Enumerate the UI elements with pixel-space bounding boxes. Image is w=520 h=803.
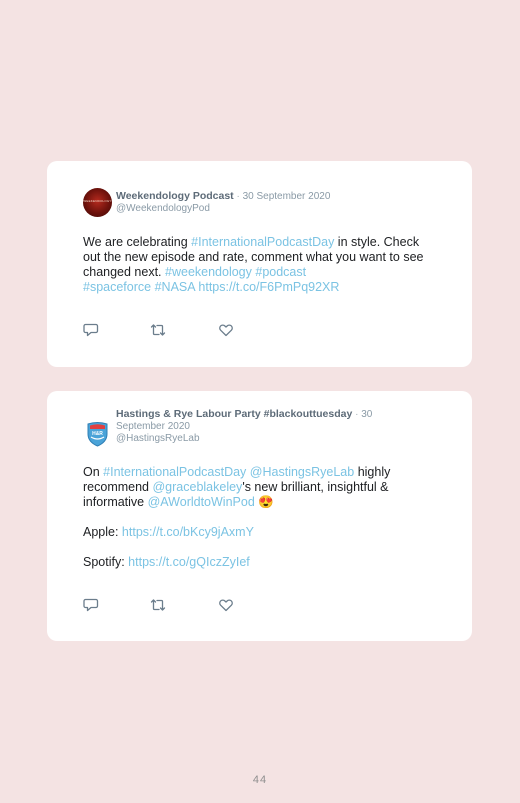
tweet-text: On #InternationalPodcastDay @HastingsRye… xyxy=(83,465,432,570)
hastings-rye-shield-logo: H&R xyxy=(87,422,108,447)
author-handle[interactable]: @HastingsRyeLab xyxy=(116,433,200,444)
heart-icon[interactable] xyxy=(218,598,234,612)
hashtag-link[interactable]: #NASA xyxy=(155,280,195,294)
tweet-paragraph: Spotify: https://t.co/gQIczZyIef xyxy=(83,555,432,570)
emoji: 😍 xyxy=(254,495,274,509)
retweet-icon[interactable] xyxy=(150,598,166,612)
heart-icon[interactable] xyxy=(218,323,234,337)
tweet-actions xyxy=(83,598,243,612)
tweet-header: Hastings & Rye Labour Party #blackouttue… xyxy=(116,408,412,445)
retweet-icon[interactable] xyxy=(150,323,166,337)
tweet-header: Weekendology Podcast · 30 September 2020… xyxy=(116,190,412,215)
hashtag-link[interactable]: #spaceforce xyxy=(83,280,151,294)
header-separator: · xyxy=(233,191,243,202)
tweet-card[interactable]: H&R Hastings & Rye Labour Party #blackou… xyxy=(47,391,472,641)
url-link[interactable]: https://t.co/bKcy9jAxmY xyxy=(122,525,254,539)
avatar[interactable]: WEEKENDOLOGY xyxy=(83,188,112,217)
author-name[interactable]: Weekendology Podcast xyxy=(116,190,234,202)
tweet-card[interactable]: WEEKENDOLOGY Weekendology Podcast · 30 S… xyxy=(47,161,472,367)
reply-icon[interactable] xyxy=(83,323,99,337)
mention-link[interactable]: @HastingsRyeLab xyxy=(250,465,354,479)
avatar-logo-text: WEEKENDOLOGY xyxy=(83,199,112,203)
tweet-segment: We are celebrating xyxy=(83,235,192,249)
spotify-label: Spotify: xyxy=(83,555,129,569)
tweet-segment: On xyxy=(83,465,104,479)
hashtag-link[interactable]: #podcast xyxy=(255,265,306,279)
hashtag-link[interactable]: #InternationalPodcastDay xyxy=(103,465,246,479)
page-number: 44 xyxy=(252,774,268,786)
tweet-text: We are celebrating #InternationalPodcast… xyxy=(83,235,432,295)
author-handle[interactable]: @WeekendologyPod xyxy=(116,203,210,214)
url-link[interactable]: https://t.co/gQIczZyIef xyxy=(128,555,250,569)
url-link[interactable]: https://t.co/F6PmPq92XR xyxy=(198,280,339,294)
hashtag-link[interactable]: #weekendology xyxy=(165,265,252,279)
mention-link[interactable]: @AWorldtoWinPod xyxy=(148,495,255,509)
mention-link[interactable]: @graceblakeley xyxy=(152,480,242,494)
header-separator: · xyxy=(352,409,362,420)
apple-label: Apple: xyxy=(83,525,122,539)
author-name[interactable]: Hastings & Rye Labour Party #blackouttue… xyxy=(116,408,352,420)
reply-icon[interactable] xyxy=(83,598,99,612)
tweet-date[interactable]: 30 September 2020 xyxy=(243,191,331,202)
avatar-logo-text: H&R xyxy=(92,431,103,437)
avatar[interactable]: H&R xyxy=(83,419,112,448)
tweet-paragraph: Apple: https://t.co/bKcy9jAxmY xyxy=(83,525,432,540)
hashtag-link[interactable]: #InternationalPodcastDay xyxy=(191,235,334,249)
tweet-actions xyxy=(83,323,243,337)
tweet-paragraph: On #InternationalPodcastDay @HastingsRye… xyxy=(83,465,432,510)
